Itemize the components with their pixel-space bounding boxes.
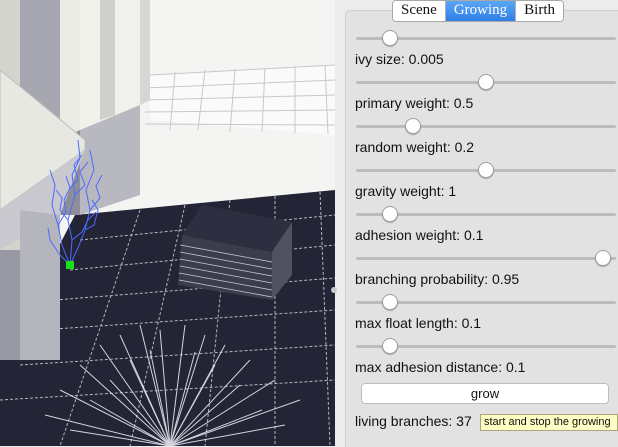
- grow-button[interactable]: grow: [361, 383, 609, 404]
- slider-thumb[interactable]: [478, 74, 494, 90]
- tab-bar: Scene Growing Birth: [392, 0, 564, 22]
- splitter[interactable]: [335, 0, 345, 446]
- slider-thumb[interactable]: [381, 294, 398, 310]
- tab-scene[interactable]: Scene: [393, 1, 446, 21]
- random-weight-slider[interactable]: [356, 118, 616, 134]
- splitter-handle[interactable]: [331, 287, 337, 293]
- max-float-length-slider[interactable]: [356, 294, 616, 310]
- ivy-size-slider[interactable]: [356, 30, 616, 46]
- slider-thumb[interactable]: [478, 162, 494, 178]
- slider-thumb[interactable]: [381, 30, 398, 46]
- branching-probability-label: branching probability: 0.95: [355, 271, 520, 287]
- primary-weight-label: primary weight: 0.5: [355, 95, 474, 111]
- grow-tooltip: start and stop the growing: [480, 414, 618, 431]
- max-float-length-label: max float length: 0.1: [355, 315, 482, 331]
- gravity-weight-label: gravity weight: 1: [355, 183, 457, 199]
- seed-point[interactable]: [66, 261, 74, 269]
- slider-thumb[interactable]: [381, 206, 398, 222]
- tab-growing[interactable]: Growing: [445, 1, 517, 21]
- adhesion-weight-label: adhesion weight: 0.1: [355, 227, 484, 243]
- random-weight-label: random weight: 0.2: [355, 139, 475, 155]
- primary-weight-slider[interactable]: [356, 74, 616, 90]
- slider-thumb[interactable]: [405, 118, 422, 134]
- 3d-viewport[interactable]: [0, 0, 335, 446]
- ivy-size-label: ivy size: 0.005: [355, 51, 444, 67]
- scene-canvas: [0, 0, 335, 446]
- max-adhesion-distance-slider[interactable]: [356, 338, 616, 354]
- branching-probability-slider[interactable]: [356, 250, 616, 266]
- background-grid: [144, 64, 335, 135]
- adhesion-weight-slider[interactable]: [356, 206, 616, 222]
- tab-birth[interactable]: Birth: [516, 1, 563, 21]
- slider-thumb[interactable]: [595, 250, 611, 266]
- gravity-weight-slider[interactable]: [356, 162, 616, 178]
- slider-thumb[interactable]: [381, 338, 398, 354]
- max-adhesion-distance-label: max adhesion distance: 0.1: [355, 359, 526, 375]
- living-branches-status: living branches: 37: [355, 413, 472, 429]
